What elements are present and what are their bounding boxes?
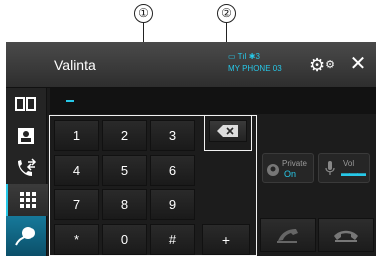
backspace-highlight-box	[204, 115, 252, 151]
volume-level: ▬▬▬	[341, 168, 366, 178]
end-call-button[interactable]	[318, 218, 374, 252]
sidebar	[6, 88, 48, 256]
private-mode-toggle[interactable]: Private On	[262, 153, 314, 183]
keypad-icon	[20, 192, 36, 208]
volume-label: Vol	[343, 159, 355, 168]
contact-icon	[18, 128, 34, 144]
call-history-icon	[18, 158, 37, 176]
private-value: On	[284, 169, 297, 179]
sidebar-keypad[interactable]	[6, 184, 48, 216]
callout-2: ②	[217, 4, 236, 23]
top-bar: Valinta ▭ Tıl ✱3 MY PHONE 03 ⚙⚙ ✕	[6, 42, 376, 88]
voice-recognition-icon	[15, 227, 35, 246]
callout-1: ①	[134, 4, 153, 23]
sidebar-voice-recognition[interactable]	[6, 216, 46, 256]
phone-call-icon	[277, 229, 298, 243]
entry-cursor	[66, 100, 74, 102]
close-button[interactable]: ✕	[348, 54, 368, 74]
sidebar-phonebook[interactable]	[6, 88, 46, 120]
private-label: Private	[282, 159, 307, 168]
phone-screen: Valinta ▭ Tıl ✱3 MY PHONE 03 ⚙⚙ ✕ 1 2 3 …	[6, 42, 376, 256]
call-button[interactable]	[260, 218, 316, 252]
page-title: Valinta	[54, 57, 96, 73]
phone-name: MY PHONE 03	[228, 64, 282, 73]
status-icons: ▭ Tıl ✱3	[228, 52, 260, 61]
private-icon	[267, 164, 279, 176]
sidebar-contacts[interactable]	[6, 120, 46, 152]
hang-up-icon	[334, 230, 358, 242]
microphone-icon	[325, 161, 335, 175]
phonebook-icon	[15, 97, 36, 111]
settings-gear-icon[interactable]: ⚙⚙	[309, 55, 335, 75]
volume-control[interactable]: Vol ▬▬▬	[318, 153, 370, 183]
sidebar-call-history[interactable]	[6, 152, 46, 184]
number-entry-field[interactable]	[50, 88, 376, 114]
